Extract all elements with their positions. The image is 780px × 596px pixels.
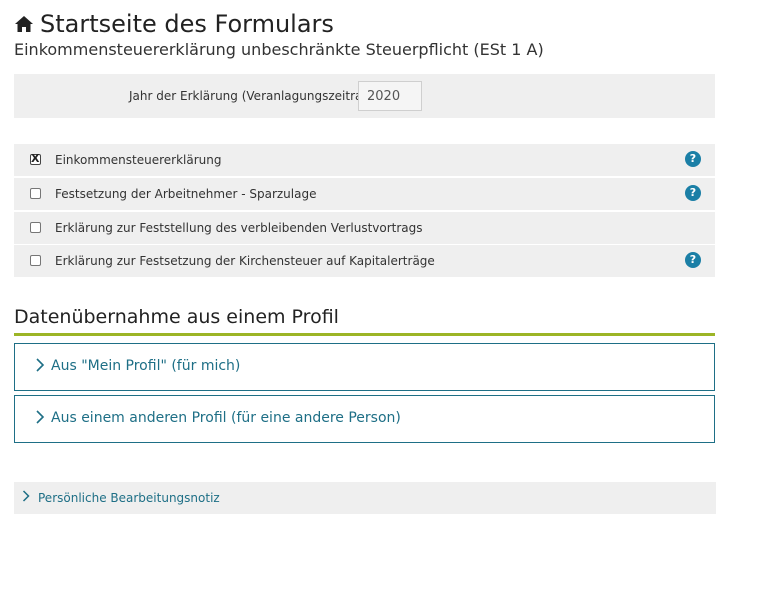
accordion-label: Aus "Mein Profil" (für mich) [51,358,241,374]
year-input[interactable] [358,81,422,111]
profile-section-title: Datenübernahme aus einem Profil [14,306,339,328]
chevron-right-icon [35,358,45,376]
option-row-sparzulage: Festsetzung der Arbeitnehmer - Sparzulag… [14,178,715,210]
accordion-label: Aus einem anderen Profil (für eine ander… [51,410,401,426]
chevron-right-icon [22,490,30,505]
option-row-verlustvortrag: Erklärung zur Feststellung des verbleibe… [14,212,715,244]
option-label: Einkommensteuererklärung [55,153,222,167]
page-title: Startseite des Formulars [40,10,334,38]
option-row-kirchensteuer: Erklärung zur Festsetzung der Kirchenste… [14,245,715,277]
home-icon [14,14,34,34]
help-icon[interactable]: ? [685,185,701,201]
page-header: Startseite des Formulars [14,10,334,38]
help-icon[interactable]: ? [685,252,701,268]
page-subtitle: Einkommensteuererklärung unbeschränkte S… [14,40,544,59]
accordion-other-profile[interactable]: Aus einem anderen Profil (für eine ander… [14,395,715,443]
accordion-personal-note[interactable]: Persönliche Bearbeitungsnotiz [14,482,716,514]
accordion-my-profile[interactable]: Aus "Mein Profil" (für mich) [14,343,715,391]
checkbox-verlustvortrag[interactable] [30,222,41,233]
section-divider [14,333,715,336]
checkbox-einkommensteuererklaerung[interactable] [30,152,41,165]
checkbox-sparzulage[interactable] [30,188,41,199]
checkbox-kirchensteuer[interactable] [30,255,41,266]
note-label: Persönliche Bearbeitungsnotiz [38,491,220,505]
year-label: Jahr der Erklärung (Veranlagungszeitraum… [129,89,387,103]
help-icon[interactable]: ? [685,151,701,167]
option-row-einkommensteuererklaerung: Einkommensteuererklärung ? [14,144,715,176]
option-label: Festsetzung der Arbeitnehmer - Sparzulag… [55,187,317,201]
chevron-right-icon [35,410,45,428]
option-label: Erklärung zur Festsetzung der Kirchenste… [55,254,435,268]
option-label: Erklärung zur Feststellung des verbleibe… [55,221,423,235]
